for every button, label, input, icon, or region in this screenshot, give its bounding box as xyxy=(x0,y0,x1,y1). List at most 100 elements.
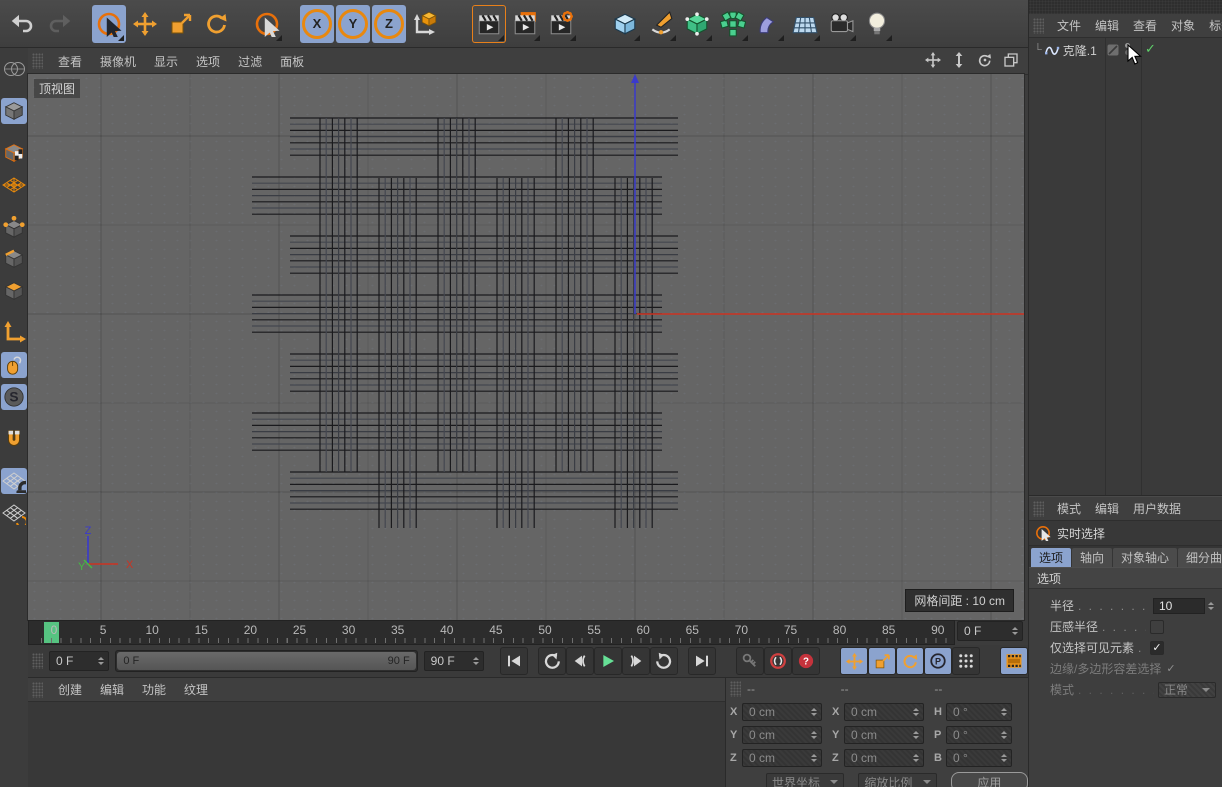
go-to-end-button[interactable] xyxy=(688,647,716,675)
rot-p-field[interactable]: 0 ° xyxy=(946,726,1012,744)
viewport-menu-panel[interactable]: 面板 xyxy=(271,50,313,73)
workplane-mode-button[interactable] xyxy=(1,172,27,198)
add-light-button[interactable] xyxy=(860,5,894,43)
show-fcurves-button[interactable] xyxy=(1000,647,1028,675)
pressure-radius-checkbox[interactable] xyxy=(1150,620,1164,634)
lock-z-axis-button[interactable]: Z xyxy=(372,5,406,43)
add-cube-primitive-button[interactable] xyxy=(608,5,642,43)
last-used-tool-button[interactable] xyxy=(250,5,284,43)
scale-mode-dropdown[interactable]: 缩放比例 xyxy=(858,773,936,787)
om-menu-tags[interactable]: 标签 xyxy=(1202,14,1222,37)
om-menu-view[interactable]: 查看 xyxy=(1126,14,1164,37)
preview-range-slider[interactable]: 0 F90 F xyxy=(115,650,417,672)
keyframe-scale-toggle[interactable] xyxy=(868,647,896,675)
viewport-menu-filter[interactable]: 过滤 xyxy=(229,50,271,73)
soft-selection-button[interactable]: S xyxy=(1,384,27,410)
om-menu-file[interactable]: 文件 xyxy=(1050,14,1088,37)
spinner-icon[interactable] xyxy=(470,657,481,665)
add-spline-pen-button[interactable] xyxy=(644,5,678,43)
scale-x-field[interactable]: 0 cm xyxy=(844,703,924,721)
viewport-menu-cameras[interactable]: 摄像机 xyxy=(91,50,145,73)
viewport-menu-options[interactable]: 选项 xyxy=(187,50,229,73)
object-manager[interactable]: └ 克隆.1 ✓ xyxy=(1029,38,1222,496)
range-start-field[interactable]: 0 F xyxy=(49,651,109,671)
previous-frame-button[interactable] xyxy=(566,647,594,675)
panel-grip[interactable] xyxy=(32,653,43,669)
lock-workplane-button[interactable] xyxy=(1,468,27,494)
current-frame-field[interactable]: 0 F xyxy=(957,621,1023,641)
range-end-field[interactable]: 90 F xyxy=(424,651,484,671)
panel-grip[interactable] xyxy=(32,682,43,698)
tolerance-checkbox[interactable]: ✓ xyxy=(1165,662,1176,676)
autokeying-button[interactable] xyxy=(764,647,792,675)
toggle-view-icon[interactable] xyxy=(1002,51,1020,69)
apply-button[interactable]: 应用 xyxy=(951,772,1028,787)
rotate-view-icon[interactable] xyxy=(976,51,994,69)
next-frame-button[interactable] xyxy=(622,647,650,675)
add-cloner-button[interactable] xyxy=(716,5,750,43)
am-menu-mode[interactable]: 模式 xyxy=(1050,497,1088,520)
tweak-mode-button[interactable] xyxy=(1,352,27,378)
pan-view-icon[interactable] xyxy=(924,51,942,69)
om-menu-objects[interactable]: 对象 xyxy=(1164,14,1202,37)
scale-tool-button[interactable] xyxy=(164,5,198,43)
zoom-view-icon[interactable] xyxy=(950,51,968,69)
keyframe-rotation-toggle[interactable] xyxy=(896,647,924,675)
viewport-menu-view[interactable]: 查看 xyxy=(49,50,91,73)
render-view-button[interactable] xyxy=(472,5,506,43)
options-section-header[interactable]: 选项 xyxy=(1029,567,1222,589)
radius-field[interactable]: 10 xyxy=(1153,598,1205,614)
enable-axis-button[interactable] xyxy=(1,320,27,346)
tab-object-axis[interactable]: 对象轴心 xyxy=(1113,548,1177,567)
pos-z-field[interactable]: 0 cm xyxy=(742,749,822,767)
render-settings-button[interactable] xyxy=(544,5,578,43)
scale-z-field[interactable]: 0 cm xyxy=(844,749,924,767)
previous-key-button[interactable] xyxy=(538,647,566,675)
rotate-workplane-button[interactable] xyxy=(1,500,27,526)
tab-subdivision[interactable]: 细分曲面 xyxy=(1178,548,1222,567)
add-floor-button[interactable] xyxy=(788,5,822,43)
object-name[interactable]: 克隆.1 xyxy=(1063,42,1097,59)
view-label[interactable]: 顶视图 xyxy=(34,79,80,98)
points-mode-button[interactable] xyxy=(1,214,27,240)
viewport-menu-display[interactable]: 显示 xyxy=(145,50,187,73)
go-to-start-button[interactable] xyxy=(500,647,528,675)
redo-button[interactable] xyxy=(42,5,76,43)
timeline-ruler[interactable]: 051015202530354045505560657075808590 xyxy=(28,620,955,645)
panel-grip[interactable] xyxy=(32,53,43,69)
cloned-spline-weave[interactable] xyxy=(252,118,678,528)
mode-dropdown[interactable]: 正常 xyxy=(1158,682,1216,698)
lock-x-axis-button[interactable]: X xyxy=(300,5,334,43)
edges-mode-button[interactable] xyxy=(1,246,27,272)
pos-y-field[interactable]: 0 cm xyxy=(742,726,822,744)
panel-grip[interactable] xyxy=(1033,501,1044,517)
rot-h-field[interactable]: 0 ° xyxy=(946,703,1012,721)
snap-button[interactable] xyxy=(1,426,27,452)
material-menu-function[interactable]: 功能 xyxy=(133,678,175,701)
record-keyframe-button[interactable] xyxy=(736,647,764,675)
spinner-icon[interactable] xyxy=(1205,602,1216,610)
am-menu-userdata[interactable]: 用户数据 xyxy=(1126,497,1188,520)
viewport-canvas[interactable]: 顶视图 网格间距 : 10 cm Z X Y xyxy=(28,74,1024,620)
coordinate-system-button[interactable] xyxy=(408,5,442,43)
scale-y-field[interactable]: 0 cm xyxy=(844,726,924,744)
add-camera-button[interactable] xyxy=(824,5,858,43)
lock-y-axis-button[interactable]: Y xyxy=(336,5,370,43)
undo-button[interactable] xyxy=(6,5,40,43)
panel-grip[interactable] xyxy=(1033,18,1044,34)
make-editable-button[interactable] xyxy=(1,56,27,82)
pos-x-field[interactable]: 0 cm xyxy=(742,703,822,721)
spinner-icon[interactable] xyxy=(95,657,106,665)
visible-only-checkbox[interactable]: ✓ xyxy=(1150,641,1164,655)
tab-axis[interactable]: 轴向 xyxy=(1072,548,1112,567)
texture-mode-button[interactable] xyxy=(1,140,27,166)
live-selection-tool-button[interactable] xyxy=(92,5,126,43)
material-menu-texture[interactable]: 纹理 xyxy=(175,678,217,701)
material-menu-create[interactable]: 创建 xyxy=(49,678,91,701)
material-menu-edit[interactable]: 编辑 xyxy=(91,678,133,701)
keyframe-parameter-toggle[interactable]: P xyxy=(924,647,952,675)
tab-options[interactable]: 选项 xyxy=(1031,548,1071,567)
add-deformer-button[interactable] xyxy=(752,5,786,43)
layer-icon[interactable] xyxy=(1107,44,1119,59)
keyframe-pla-toggle[interactable] xyxy=(952,647,980,675)
